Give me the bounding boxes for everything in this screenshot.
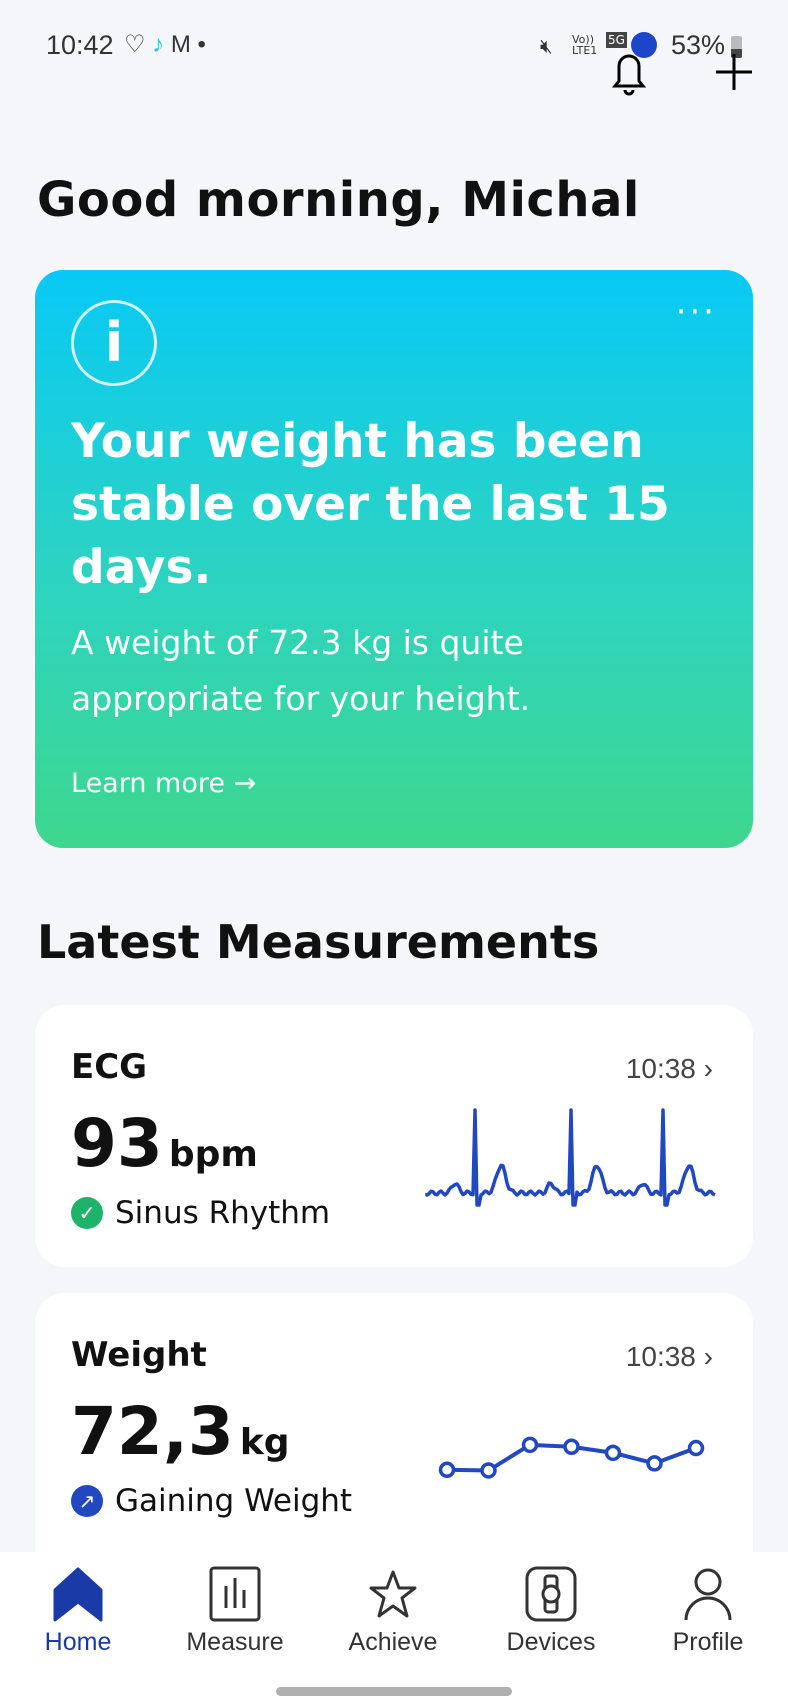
insight-card[interactable]: i ··· Your weight has been stable over t… [35, 270, 753, 848]
card-value: 72,3 kg [71, 1393, 290, 1470]
nav-devices[interactable]: Devices [481, 1566, 621, 1657]
weight-trend-point [604, 1444, 622, 1462]
learn-more-link[interactable]: Learn more → [71, 768, 256, 799]
weight-trend-point [563, 1438, 580, 1456]
nav-achieve[interactable]: Achieve [323, 1566, 463, 1657]
weight-sparkline [438, 1436, 705, 1479]
section-title: Latest Measurements [37, 915, 600, 969]
arrow-up-right-icon: ↗ [71, 1485, 103, 1517]
weight-trend-point [687, 1439, 705, 1457]
ecg-card[interactable]: ECG 10:38 › 93 bpm ✓ Sinus Rhythm [35, 1005, 753, 1267]
card-status: ↗ Gaining Weight [71, 1483, 352, 1519]
card-title: ECG [71, 1047, 148, 1087]
check-circle-icon: ✓ [71, 1197, 103, 1229]
notification-icons: ♡ ♪ M • [124, 31, 206, 58]
bell-icon[interactable] [606, 50, 652, 96]
ecg-sparkline [425, 1108, 716, 1207]
status-time: 10:42 [46, 30, 114, 60]
volte-indicator: Vo)) LTE1 [572, 33, 598, 57]
weight-card[interactable]: Weight 10:38 › 72,3 kg ↗ Gaining Weight [35, 1293, 753, 1583]
mute-icon: 🔇︎ [540, 34, 553, 58]
more-options-icon[interactable]: ··· [676, 292, 717, 332]
nav-label: Profile [672, 1628, 744, 1656]
greeting-title: Good morning, Michal [37, 172, 640, 228]
add-icon[interactable] [714, 52, 754, 92]
card-title: Weight [71, 1335, 207, 1375]
insight-headline: Your weight has been stable over the las… [71, 414, 670, 595]
chart-icon [209, 1566, 261, 1622]
card-time: 10:38 › [625, 1053, 713, 1084]
weight-trend-point [438, 1461, 456, 1479]
card-value: 93 bpm [71, 1105, 258, 1182]
insight-body: A weight of 72.3 kg is quite appropriate… [71, 623, 531, 718]
home-indicator[interactable] [276, 1687, 512, 1696]
nav-label: Home [44, 1628, 112, 1656]
star-icon [369, 1570, 417, 1618]
home-icon [53, 1567, 103, 1622]
person-icon [684, 1568, 732, 1621]
nav-label: Achieve [348, 1628, 438, 1656]
nav-label: Measure [186, 1628, 284, 1656]
nav-measure[interactable]: Measure [165, 1566, 305, 1657]
weight-trend-point [480, 1462, 497, 1479]
network-indicator: 5G [606, 32, 627, 48]
nav-label: Devices [506, 1628, 596, 1656]
weight-trend-point [521, 1436, 539, 1454]
bottom-nav: Home Measure Achieve Devices Profile [0, 1552, 788, 1707]
card-time: 10:38 › [625, 1341, 713, 1372]
info-icon: i [71, 300, 157, 386]
card-status: ✓ Sinus Rhythm [71, 1195, 330, 1231]
nav-profile[interactable]: Profile [638, 1566, 778, 1657]
nav-home[interactable]: Home [8, 1566, 148, 1657]
watch-icon [525, 1566, 577, 1622]
weight-trend-point [646, 1455, 663, 1472]
